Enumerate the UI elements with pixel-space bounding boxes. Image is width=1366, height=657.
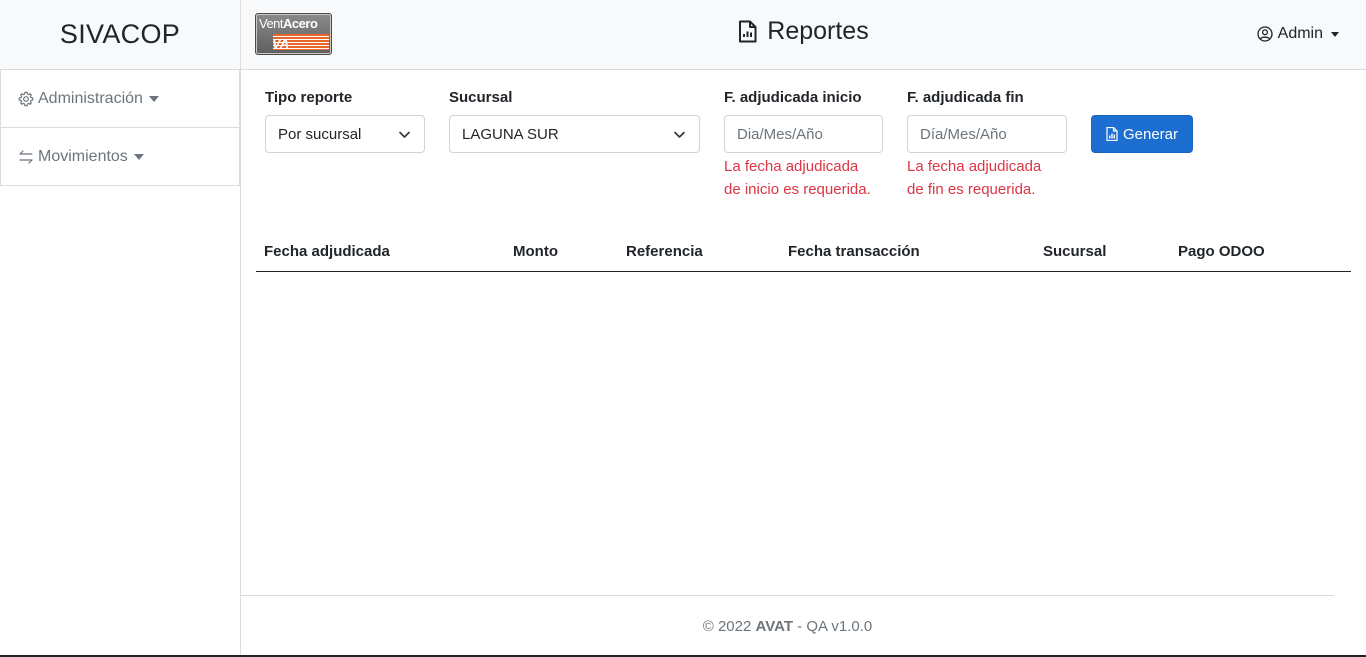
report-file-icon [1106, 127, 1118, 141]
column-header-sucursal[interactable]: Sucursal [1043, 243, 1106, 260]
fecha-fin-label: F. adjudicada fin [907, 89, 1024, 106]
fecha-inicio-error: La fecha adjudicada de inicio es requeri… [724, 158, 871, 198]
fecha-inicio-group: F. adjudicada inicio Dia/Mes/Año La fech… [724, 89, 894, 198]
column-header-referencia[interactable]: Referencia [626, 243, 703, 260]
sidebar-item-movimientos[interactable]: Movimientos [0, 128, 240, 186]
caret-down-icon [148, 96, 159, 102]
footer-divider [241, 595, 1334, 596]
column-header-fecha-adjudicada[interactable]: Fecha adjudicada [264, 243, 390, 260]
footer: © 2022 AVAT - QA v1.0.0 [702, 618, 873, 635]
tipo-reporte-select[interactable]: Por sucursal [265, 115, 425, 153]
fecha-inicio-label: F. adjudicada inicio [724, 89, 862, 106]
caret-down-icon [133, 154, 144, 160]
report-file-icon [739, 20, 757, 43]
fecha-fin-error: La fecha adjudicada de fin es requerida. [907, 158, 1042, 198]
fecha-inicio-input[interactable]: Dia/Mes/Año [724, 115, 883, 153]
sucursal-select[interactable]: LAGUNA SUR [449, 115, 700, 153]
fecha-fin-input[interactable]: Día/Mes/Año [907, 115, 1067, 153]
generar-button[interactable]: Generar [1091, 115, 1193, 153]
column-header-fecha-transaccion[interactable]: Fecha transacción [788, 243, 920, 260]
arrows-exchange-icon [19, 149, 33, 164]
user-circle-icon [1256, 26, 1273, 42]
sidebar-item-administracion[interactable]: Administración [0, 70, 240, 128]
sucursal-group: Sucursal LAGUNA SUR [449, 89, 700, 153]
footer-company: AVAT [755, 618, 794, 635]
report-table-header: Fecha adjudicada Monto Referencia Fecha … [256, 234, 1351, 272]
sucursal-label: Sucursal [449, 89, 513, 106]
tipo-reporte-label: Tipo reporte [265, 89, 353, 106]
fecha-fin-group: F. adjudicada fin Día/Mes/Año La fecha a… [907, 89, 1077, 198]
sidebar: SIVACOP Administración Movimientos [0, 0, 241, 657]
gear-icon [18, 91, 34, 106]
sidebar-item-label: Movimientos [38, 147, 128, 165]
top-navbar: VentAcero VA Reportes Admin [241, 0, 1366, 70]
user-name: Admin [1277, 25, 1323, 42]
page-title: Reportes [241, 17, 1366, 46]
column-header-monto[interactable]: Monto [513, 243, 558, 260]
tipo-reporte-group: Tipo reporte Por sucursal [265, 89, 425, 153]
app-brand[interactable]: SIVACOP [0, 0, 240, 70]
user-menu-dropdown[interactable]: Admin [1256, 25, 1339, 43]
caret-down-icon [1331, 31, 1339, 37]
chevron-down-icon [674, 131, 685, 138]
column-header-pago-odoo[interactable]: Pago ODOO [1178, 243, 1265, 260]
sidebar-item-label: Administración [38, 89, 143, 107]
chevron-down-icon [399, 131, 410, 138]
